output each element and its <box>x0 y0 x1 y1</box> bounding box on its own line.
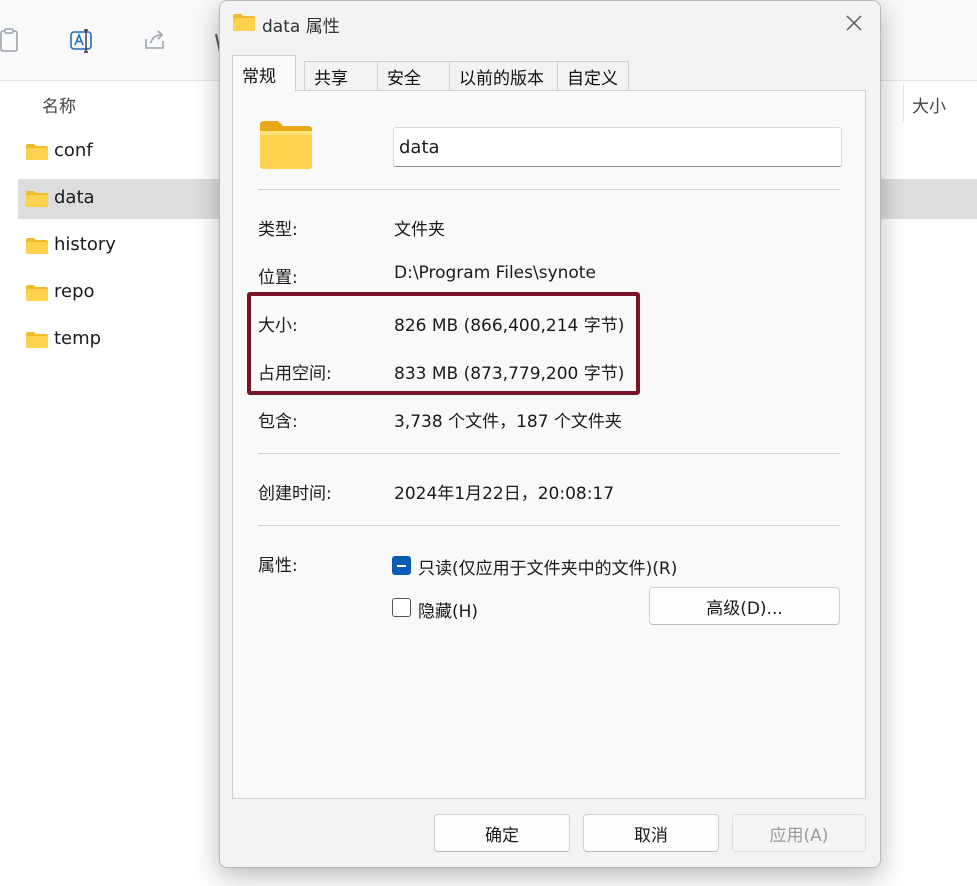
advanced-button[interactable]: 高级(D)... <box>649 587 840 625</box>
divider <box>258 453 840 454</box>
attributes-label: 属性: <box>258 556 298 576</box>
column-divider <box>903 84 904 122</box>
size-on-disk-value: 833 MB (873,779,200 字节) <box>394 364 625 384</box>
dialog-title: data 属性 <box>262 17 340 37</box>
contains-label: 包含: <box>258 412 298 432</box>
column-name-header[interactable]: 名称 <box>42 92 76 117</box>
tab-customize[interactable]: 自定义 <box>557 61 629 91</box>
properties-dialog: data 属性 常规 共享 安全 以前的版本 自定义 类型: 文件夹 位置: D… <box>219 0 881 868</box>
hidden-label[interactable]: 隐藏(H) <box>418 597 478 622</box>
column-size-header[interactable]: 大小 <box>912 92 946 117</box>
folder-icon <box>233 14 255 31</box>
paste-icon[interactable] <box>0 26 22 54</box>
location-value: D:\Program Files\synote <box>394 263 596 283</box>
tab-label: 安全 <box>387 69 421 89</box>
general-panel: 类型: 文件夹 位置: D:\Program Files\synote 大小: … <box>232 90 866 799</box>
folder-name-input[interactable] <box>393 127 842 167</box>
folder-icon <box>26 144 48 160</box>
file-name: data <box>54 187 95 208</box>
folder-icon <box>26 332 48 348</box>
tab-security[interactable]: 安全 <box>377 61 450 91</box>
tab-label: 常规 <box>242 66 276 87</box>
contains-value: 3,738 个文件，187 个文件夹 <box>394 412 622 432</box>
readonly-label[interactable]: 只读(仅应用于文件夹中的文件)(R) <box>418 554 677 579</box>
type-label: 类型: <box>258 220 298 240</box>
ok-button[interactable]: 确定 <box>434 814 570 852</box>
folder-icon <box>26 238 48 254</box>
rename-icon[interactable] <box>68 26 96 54</box>
divider <box>258 189 840 190</box>
tab-sharing[interactable]: 共享 <box>304 61 378 91</box>
file-name: repo <box>54 281 95 302</box>
size-value: 826 MB (866,400,214 字节) <box>394 316 625 336</box>
location-label: 位置: <box>258 268 298 288</box>
tab-previous-versions[interactable]: 以前的版本 <box>449 61 558 91</box>
folder-icon <box>260 121 312 169</box>
type-value: 文件夹 <box>394 220 445 240</box>
close-button[interactable] <box>832 7 876 39</box>
advanced-button-label: 高级(D)... <box>706 598 783 619</box>
file-name: history <box>54 234 116 255</box>
cancel-button-label: 取消 <box>634 825 668 846</box>
file-name: conf <box>54 140 93 161</box>
file-name: temp <box>54 328 102 349</box>
size-on-disk-label: 占用空间: <box>258 364 332 384</box>
tab-label: 以前的版本 <box>459 69 544 89</box>
divider <box>258 525 840 526</box>
hidden-checkbox[interactable] <box>392 598 411 617</box>
share-icon[interactable] <box>141 26 169 54</box>
created-label: 创建时间: <box>258 484 332 504</box>
apply-button[interactable]: 应用(A) <box>732 814 866 852</box>
tab-label: 共享 <box>314 69 348 89</box>
tab-label: 自定义 <box>567 69 618 89</box>
readonly-checkbox[interactable] <box>392 556 411 575</box>
apply-button-label: 应用(A) <box>769 825 829 846</box>
folder-icon <box>26 285 48 301</box>
folder-icon <box>26 191 48 207</box>
size-label: 大小: <box>258 316 298 336</box>
created-value: 2024年1月22日，20:08:17 <box>394 484 615 504</box>
tab-general[interactable]: 常规 <box>232 55 296 92</box>
close-icon <box>846 15 862 31</box>
ok-button-label: 确定 <box>485 825 519 846</box>
cancel-button[interactable]: 取消 <box>583 814 719 852</box>
